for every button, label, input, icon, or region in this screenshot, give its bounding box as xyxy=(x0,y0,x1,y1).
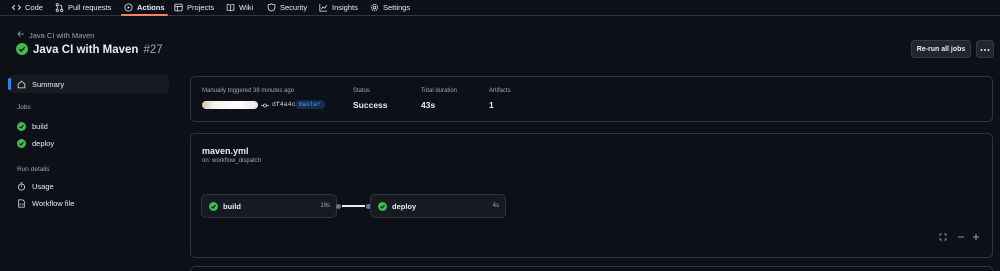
graph-icon xyxy=(319,3,328,12)
nav-tab-pull-requests[interactable]: Pull requests xyxy=(55,0,111,15)
nav-tab-label: Security xyxy=(280,3,308,12)
back-to-workflow-link[interactable]: Java CI with Maven xyxy=(17,30,94,40)
branch-badge[interactable]: master xyxy=(295,100,325,109)
plus-icon xyxy=(972,233,980,243)
sidebar-item-usage[interactable]: Usage xyxy=(9,177,169,195)
sidebar-item-label: Workflow file xyxy=(32,198,75,208)
workflow-job-deploy[interactable]: deploy 4s xyxy=(370,194,506,218)
file-code-icon xyxy=(17,198,26,208)
artifacts-value[interactable]: 1 xyxy=(489,100,494,110)
screen-full-icon xyxy=(939,233,947,243)
trigger-text: Manually triggered 38 minutes ago xyxy=(202,88,295,94)
book-icon xyxy=(226,3,235,12)
kebab-horizontal-icon xyxy=(980,45,990,54)
nav-tab-wiki[interactable]: Wiki xyxy=(226,0,253,15)
nav-tab-security[interactable]: Security xyxy=(267,0,307,15)
sidebar-item-workflow-file[interactable]: Workflow file xyxy=(9,194,169,212)
sidebar-item-label: deploy xyxy=(32,138,55,148)
sidebar-item-label: Usage xyxy=(32,181,54,191)
nav-tab-settings[interactable]: Settings xyxy=(370,0,410,15)
sidebar-item-job-build[interactable]: build xyxy=(9,117,169,135)
nav-tab-label: Code xyxy=(25,3,43,12)
jobs-heading: Jobs xyxy=(17,104,31,111)
job-duration: 4s xyxy=(492,203,499,209)
workflow-file-name: maven.yml xyxy=(202,146,249,156)
repo-nav: Code Pull requests Actions Projects Wiki… xyxy=(0,0,1000,16)
sidebar-item-job-deploy[interactable]: deploy xyxy=(9,134,169,152)
rerun-all-jobs-button[interactable]: Re-run all jobs xyxy=(911,40,971,58)
success-check-icon xyxy=(378,201,387,211)
duration-value: 43s xyxy=(421,100,436,110)
pull-request-icon xyxy=(55,3,64,12)
table-icon xyxy=(174,3,183,12)
sidebar-item-label: build xyxy=(32,121,48,131)
duration-label: Total duration xyxy=(421,88,458,94)
run-details-heading: Run details xyxy=(17,166,50,173)
nav-tab-code[interactable]: Code xyxy=(12,0,43,15)
artifacts-label: Artifacts xyxy=(489,88,511,94)
nav-tab-insights[interactable]: Insights xyxy=(319,0,358,15)
fullscreen-button[interactable] xyxy=(937,232,949,244)
status-value: Success xyxy=(353,100,388,110)
nav-tab-actions[interactable]: Actions xyxy=(121,0,168,16)
connector-dot xyxy=(336,203,341,209)
code-icon xyxy=(12,3,21,12)
sidebar-item-label: Summary xyxy=(32,79,65,89)
success-check-icon xyxy=(17,121,26,131)
shield-icon xyxy=(267,3,276,12)
nav-tab-label: Projects xyxy=(187,3,215,12)
stopwatch-icon xyxy=(17,181,26,191)
nav-tab-projects[interactable]: Projects xyxy=(174,0,214,15)
nav-tab-label: Wiki xyxy=(239,3,254,12)
run-title: Java CI with Maven xyxy=(33,44,139,56)
minus-icon xyxy=(957,233,965,243)
workflow-job-build[interactable]: build 19s xyxy=(201,194,337,218)
gear-icon xyxy=(370,3,379,12)
nav-tab-label: Insights xyxy=(332,3,358,12)
back-link-label: Java CI with Maven xyxy=(29,30,95,40)
success-check-icon xyxy=(17,138,26,148)
success-check-icon xyxy=(16,43,28,57)
nav-tab-label: Settings xyxy=(383,3,411,12)
job-name: build xyxy=(223,201,241,211)
annotations-card xyxy=(190,266,993,271)
nav-tab-label: Pull requests xyxy=(68,3,112,12)
zoom-in-button[interactable] xyxy=(970,232,982,244)
workflow-trigger: on: workflow_dispatch xyxy=(202,158,262,164)
sidebar-item-summary[interactable]: Summary xyxy=(8,75,169,93)
success-check-icon xyxy=(209,201,218,211)
arrow-left-icon xyxy=(17,30,25,40)
job-name: deploy xyxy=(392,201,417,211)
avatar[interactable] xyxy=(202,101,258,109)
run-summary-card: Manually triggered 38 minutes ago df4a4c… xyxy=(190,76,993,122)
git-commit-icon xyxy=(261,103,269,108)
run-number: #27 xyxy=(143,44,163,56)
job-connector-line xyxy=(342,205,365,207)
page-title: Java CI with Maven #27 xyxy=(16,43,163,57)
zoom-out-button[interactable] xyxy=(955,232,967,244)
more-options-button[interactable] xyxy=(976,40,994,58)
nav-tab-label: Actions xyxy=(137,3,165,12)
home-icon xyxy=(17,80,26,89)
status-label: Status xyxy=(353,88,371,94)
actions-play-icon xyxy=(124,3,133,12)
job-duration: 19s xyxy=(320,203,330,209)
